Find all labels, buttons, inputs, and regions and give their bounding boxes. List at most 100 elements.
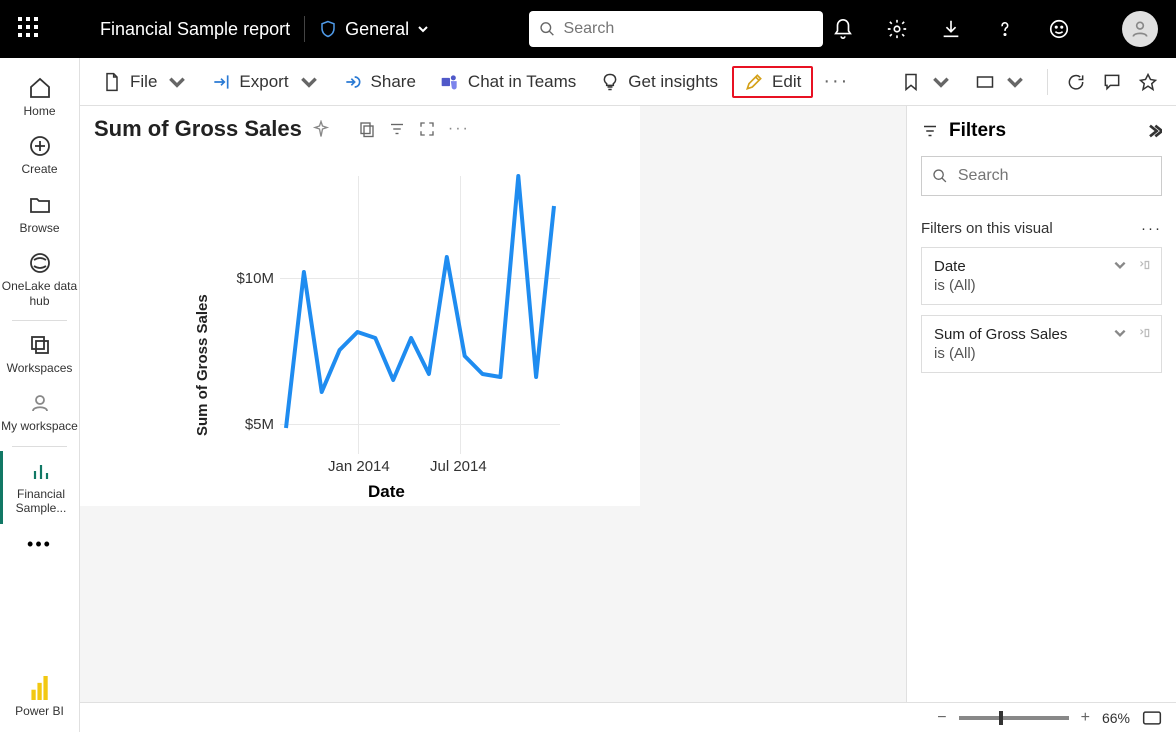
favorite-icon[interactable] [1138,72,1158,92]
chart-visual[interactable]: Sum of Gross Sales ··· Sum of Gross Sale… [80,106,640,506]
chevron-down-icon [931,72,951,92]
content: File Export Share Chat in Teams Get insi… [80,58,1176,732]
file-label: File [130,72,157,92]
filter-section-more[interactable]: ··· [1141,220,1162,237]
bookmark-menu[interactable] [891,66,961,98]
report-canvas[interactable]: Sum of Gross Sales ··· Sum of Gross Sale… [80,106,906,702]
file-icon [102,72,122,92]
toolbar-divider [1047,69,1048,95]
left-nav: Home Create Browse OneLake data hub Work… [0,58,80,732]
filter-card-date[interactable]: Date is (All) [921,247,1162,305]
x-tick-jul: Jul 2014 [430,458,487,475]
filter-search-input[interactable] [958,167,1151,185]
fit-to-page-icon[interactable] [1142,710,1162,726]
search-icon [932,167,948,185]
nav-workspaces-label: Workspaces [7,361,73,375]
chat-teams-button[interactable]: Chat in Teams [430,66,586,98]
settings-icon[interactable] [886,18,908,40]
chevron-down-icon[interactable] [1113,326,1127,340]
sensitivity-label: General [345,19,409,40]
filter-icon [921,122,939,140]
canvas-row: Sum of Gross Sales ··· Sum of Gross Sale… [80,106,1176,702]
bookmark-icon [901,72,921,92]
y-tick-10m: $10M [224,270,274,287]
powerbi-icon [28,676,52,700]
shield-icon [319,19,337,39]
nav-more[interactable]: ••• [0,524,79,565]
onelake-icon [28,251,52,275]
teams-icon [440,72,460,92]
top-header: Financial Sample report General [0,0,1176,58]
notifications-icon[interactable] [832,18,854,40]
zoom-slider[interactable] [959,716,1069,720]
nav-powerbi[interactable]: Power BI [0,668,79,732]
folder-icon [28,193,52,217]
nav-create[interactable]: Create [0,126,79,184]
export-icon [211,72,231,92]
app-launcher-icon[interactable] [18,17,42,41]
nav-browse[interactable]: Browse [0,185,79,243]
clear-icon[interactable] [1137,258,1151,272]
feedback-icon[interactable] [1048,18,1070,40]
export-menu[interactable]: Export [201,66,328,98]
global-search[interactable] [529,11,823,47]
chevron-down-icon [299,72,319,92]
filters-title: Filters [949,120,1006,142]
filters-panel: Filters Filters on this visual ··· Date … [906,106,1176,702]
visual-header: Sum of Gross Sales ··· [94,116,626,142]
nav-active-report-label: Financial Sample... [3,487,79,516]
lightbulb-icon [600,72,620,92]
nav-onelake[interactable]: OneLake data hub [0,243,79,316]
export-label: Export [239,72,288,92]
plus-circle-icon [28,134,52,158]
nav-home-label: Home [23,104,55,118]
filter-search[interactable] [921,156,1162,196]
header-actions [832,11,1158,47]
zoom-in-button[interactable]: + [1081,709,1090,727]
view-menu[interactable] [965,66,1035,98]
copy-icon[interactable] [358,120,376,138]
edit-button[interactable]: Edit [732,66,813,98]
focus-icon[interactable] [418,120,436,138]
search-icon [539,20,555,38]
nav-browse-label: Browse [19,221,59,235]
toolbar-more[interactable]: ··· [817,70,855,93]
comment-icon[interactable] [1102,72,1122,92]
download-icon[interactable] [940,18,962,40]
chevron-down-icon [1005,72,1025,92]
nav-home[interactable]: Home [0,68,79,126]
get-insights-label: Get insights [628,72,718,92]
y-axis-label: Sum of Gross Sales [194,294,211,436]
nav-my-workspace[interactable]: My workspace [0,383,79,441]
zoom-out-button[interactable]: − [937,709,946,727]
filter-icon[interactable] [388,120,406,138]
filters-header: Filters [907,106,1176,156]
file-menu[interactable]: File [92,66,197,98]
chevron-down-icon[interactable] [1113,258,1127,272]
nav-workspaces[interactable]: Workspaces [0,325,79,383]
filter-card-gross-sales[interactable]: Sum of Gross Sales is (All) [921,315,1162,373]
sensitivity-dropdown[interactable]: General [319,19,429,40]
refresh-icon[interactable] [1066,72,1086,92]
nav-active-report[interactable]: Financial Sample... [0,451,79,524]
pencil-icon [744,72,764,92]
account-avatar[interactable] [1122,11,1158,47]
main-area: Home Create Browse OneLake data hub Work… [0,58,1176,732]
collapse-icon[interactable] [1146,123,1162,139]
help-icon[interactable] [994,18,1016,40]
global-search-input[interactable] [564,20,814,38]
pin-icon[interactable] [312,120,330,138]
zoom-thumb[interactable] [999,711,1003,725]
visual-title: Sum of Gross Sales [94,116,302,142]
filter-card-value: is (All) [934,277,1149,294]
edit-label: Edit [772,72,801,92]
nav-create-label: Create [21,162,57,176]
nav-powerbi-label: Power BI [15,704,64,718]
workspaces-icon [28,333,52,357]
clear-icon[interactable] [1137,326,1151,340]
line-chart [280,166,560,456]
visual-more-icon[interactable]: ··· [448,120,470,138]
person-icon [1130,19,1150,39]
share-button[interactable]: Share [333,66,426,98]
get-insights-button[interactable]: Get insights [590,66,728,98]
